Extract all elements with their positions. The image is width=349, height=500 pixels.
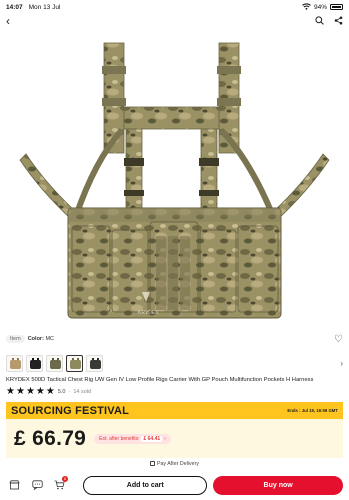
store-icon[interactable] [6, 476, 23, 494]
item-chip[interactable]: Item [6, 335, 25, 343]
variant-row: Item Color: MC ♡ [6, 333, 343, 345]
status-date: Mon 13 Jul [28, 3, 61, 11]
star-icon: ★ [35, 386, 45, 397]
top-actions-right [315, 15, 343, 27]
color-key: Color: [27, 336, 44, 342]
share-icon[interactable] [334, 16, 343, 27]
swatch-thumbnail [30, 359, 41, 369]
back-icon[interactable]: ‹ [6, 15, 10, 27]
color-swatches: › [6, 353, 343, 373]
swatch-thumbnail [90, 359, 101, 369]
price-box: £ 66.79 Est. after benefits: £ 64.41 › [6, 419, 343, 458]
sold-count: 14 sold [73, 389, 92, 395]
svg-text:KRYDEX: KRYDEX [138, 310, 159, 316]
chat-icon[interactable] [28, 476, 45, 494]
sourcing-festival-banner[interactable]: SOURCING FESTIVAL Ends : Jul 19, 16:59 G… [6, 402, 343, 419]
swatch-thumbnail [70, 359, 81, 369]
chevron-right-icon[interactable]: › [340, 359, 343, 368]
swatch-ranger-green[interactable] [46, 354, 63, 372]
status-bar: 14:07 Mon 13 Jul 94% [0, 0, 349, 14]
cart-badge: 6 [62, 476, 69, 482]
add-to-cart-button[interactable]: Add to cart [83, 475, 208, 495]
benefit-pill[interactable]: Est. after benefits: £ 64.41 › [94, 433, 171, 444]
wishlist-heart-icon[interactable]: ♡ [334, 334, 343, 345]
battery-percent: 94% [313, 3, 327, 11]
cart-icon[interactable]: 6 [51, 476, 69, 494]
pay-after-icon [149, 461, 155, 466]
status-time: 14:07 [6, 3, 23, 11]
swatch-multicam[interactable] [66, 354, 83, 372]
star-icon: ★ [15, 386, 25, 397]
swatch-multicam-black[interactable] [86, 354, 103, 372]
rating-score: 5.0 [57, 389, 66, 395]
swatch-coyote[interactable] [6, 354, 23, 372]
wifi-icon [302, 2, 311, 12]
color-value: MC [45, 336, 54, 342]
battery-icon [330, 4, 343, 10]
top-actions: ‹ [0, 13, 349, 29]
benefit-label: Est. after benefits: [99, 435, 140, 442]
sold-separator: · [68, 389, 71, 395]
product-title: KRYDEX 500D Tactical Chest Rig UW Gen IV… [6, 377, 314, 383]
bottom-action-bar: 6 Add to cart Buy now [0, 470, 349, 500]
search-icon[interactable] [315, 15, 324, 27]
chevron-right-icon: › [164, 435, 166, 442]
rating-row[interactable]: ★ ★ ★ ★ ★ 5.0 · 14 sold [6, 387, 91, 397]
benefit-amount: £ 64.41 [141, 435, 163, 442]
color-label: Color: MC [28, 336, 54, 342]
chest-rig-illustration: KRYDEX [19, 42, 330, 319]
product-image[interactable]: KRYDEX [0, 30, 349, 340]
star-icon: ★ [6, 386, 15, 397]
buy-now-button[interactable]: Buy now [213, 475, 343, 495]
price: £ 66.79 [14, 426, 87, 450]
rating-stars: ★ ★ ★ ★ ★ [6, 387, 55, 397]
status-right: 94% [302, 2, 343, 12]
festival-name: SOURCING FESTIVAL [11, 404, 130, 417]
star-icon: ★ [45, 386, 55, 397]
swatch-thumbnail [10, 359, 21, 369]
pay-after-label: Pay After Delivery [156, 461, 200, 467]
festival-ends: Ends : Jul 19, 16:59 GMT [287, 408, 338, 413]
swatch-thumbnail [50, 359, 61, 369]
star-icon: ★ [25, 386, 35, 397]
pay-after-delivery[interactable]: Pay After Delivery [0, 461, 349, 467]
swatch-black[interactable] [26, 354, 43, 372]
